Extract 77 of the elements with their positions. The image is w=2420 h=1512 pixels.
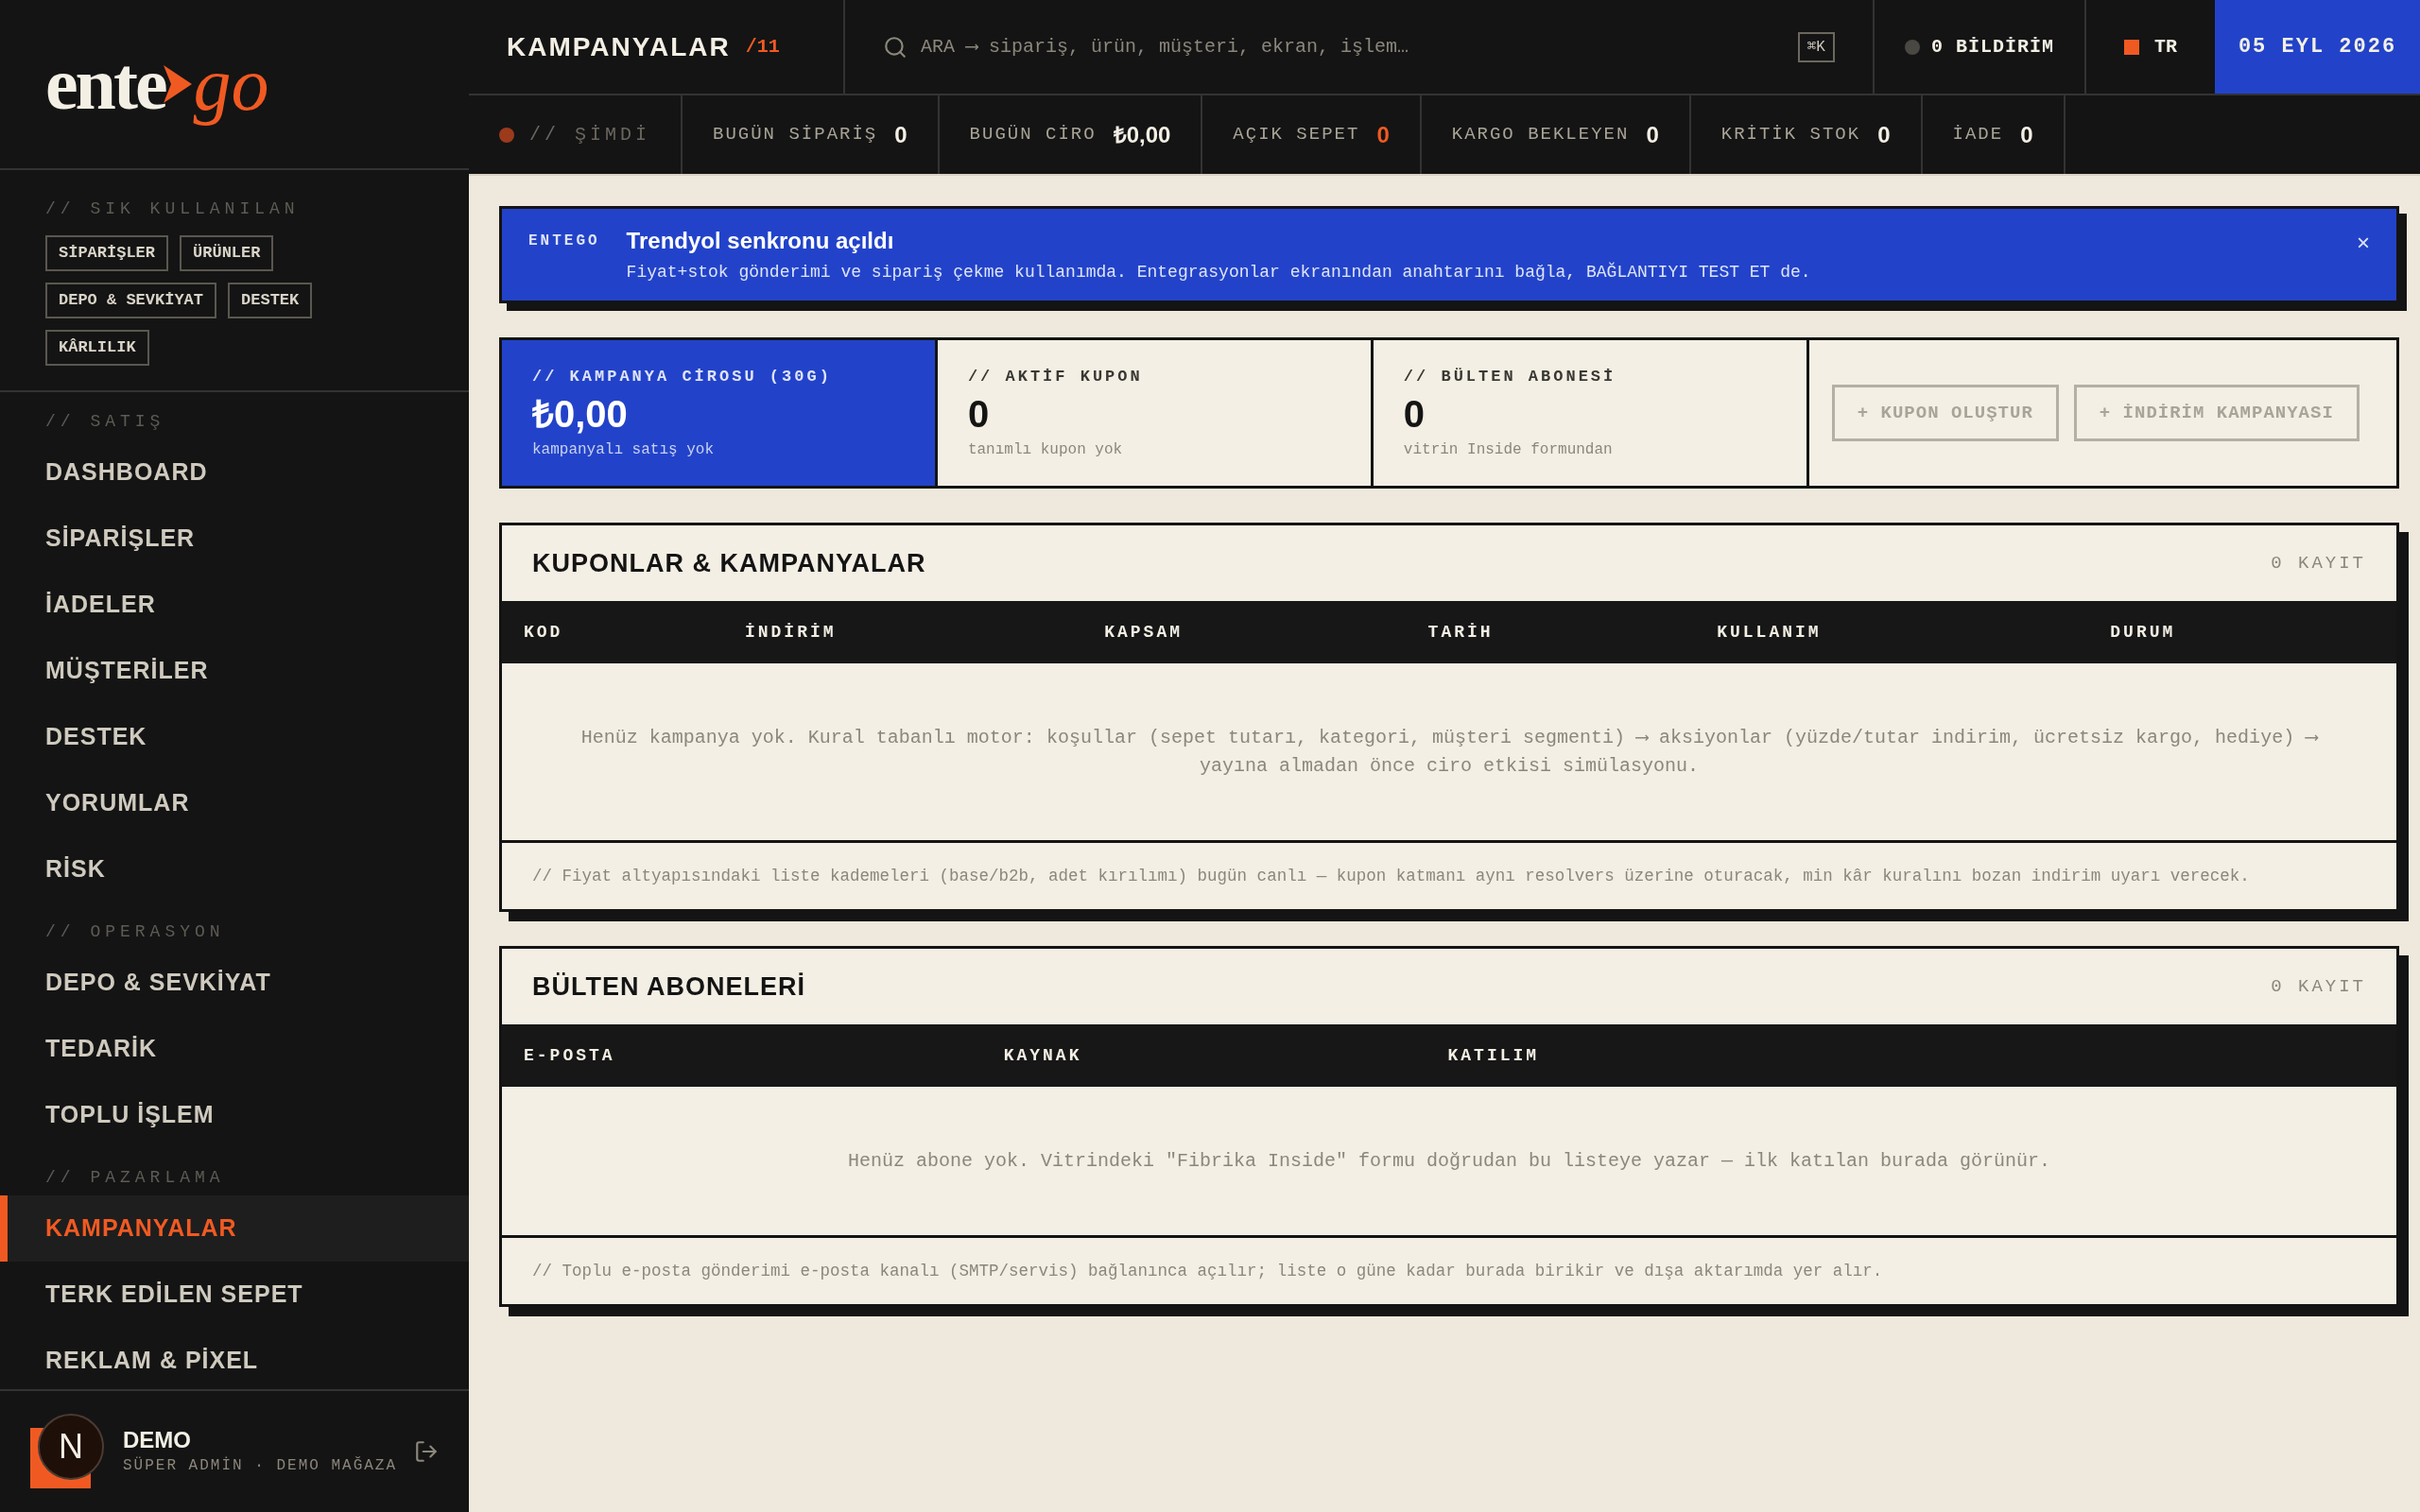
avatar[interactable]: N [38,1414,104,1480]
nav-item[interactable]: RİSK [0,836,469,902]
shortcut-chip[interactable]: ÜRÜNLER [180,235,274,271]
nav-item[interactable]: DASHBOARD [0,439,469,506]
shortcut-key: ⌘K [1797,31,1835,62]
page-count: /11 [745,34,780,60]
column-header: KAPSAM [1104,621,1184,644]
shortcut-chip[interactable]: DESTEK [228,283,313,318]
ticker-metric-label: AÇIK SEPET [1233,123,1360,147]
stat-note: kampanyalı satış yok [532,439,716,460]
empty-state-text: Henüz kampanya yok. Kural tabanlı motor: koşullar (sepet tutarı, kategori, müşteri segmenti) ⟶ aksiyonlar (yüzde/tutar indirim, ücretsiz kargo, hediye) ⟶ yayına almadan önce ciro etkisi simülasyonu. [579,725,2320,779]
banner-source: ENTEGO [528,232,600,251]
stat-label: // AKTİF KUPON [967,367,1144,387]
nav-item[interactable]: TOPLU İŞLEM [0,1082,469,1148]
panel-title: BÜLTEN ABONELERİ [532,971,805,1003]
notifications-button[interactable]: 0 BİLDİRİM [1874,0,2086,94]
section-label: // PAZARLAMA [44,1166,226,1189]
stat-note: tanımlı kupon yok [967,439,1124,460]
stat-value: 0 [1403,391,1426,437]
panel-title: KUPONLAR & KAMPANYALAR [532,547,926,579]
ticker-metric-value: 0 [2020,120,2033,149]
column-header: DURUM [2110,621,2177,644]
stat-label: // KAMPANYA CİROSU (30G) [532,367,833,387]
ticker-metric-value: 0 [1877,120,1891,149]
page-title: KAMPANYALAR [507,30,731,63]
shortcut-chip[interactable]: DEPO & SEVKİYAT [45,283,217,318]
ticker-metric-value: 0 [1646,120,1659,149]
stat-label: // BÜLTEN ABONESİ [1403,367,1617,387]
shortcut-chip[interactable]: KÂRLILIK [45,330,149,366]
footnote: // Fiyat altyapısındaki liste kademeleri (base/b2b, adet kırılımı) bugün canlı — kupon katmanı aynı resolvers üzerine oturacak, min kâr kuralını bozan indirim uyarı verecek. [532,865,2250,887]
ticker-metric-label: KRİTİK STOK [1720,123,1861,147]
language-button[interactable]: TR [2086,0,2215,94]
shortcut-chip[interactable]: SİPARİŞLER [45,235,169,271]
column-header: KATILIM [1447,1044,1541,1067]
record-count: 0 KAYIT [2271,551,2366,576]
flag-square [2124,39,2139,55]
section-label: // SIK KULLANILAN [45,198,301,220]
stat-note: vitrin Inside formundan [1403,439,1614,460]
section-label: // OPERASYON [44,920,226,943]
ticker-metric-value: 0 [1376,120,1390,149]
user-name: DEMO [123,1426,192,1454]
footnote: // Toplu e-posta gönderimi e-posta kanalı (SMTP/servis) bağlanınca açılır; liste o güne kadar burada birikir ve dışa aktarımda yer alır. [532,1260,1883,1282]
empty-state-text: Henüz abone yok. Vitrindeki "Fibrika Inside" formu doğrudan bu listeye yazar — ilk katılan burada görünür. [847,1148,2051,1174]
search-field[interactable]: ARA ⟶ sipariş, ürün, müşteri, ekran, işlem… [921,32,1785,61]
nav-item[interactable]: REKLAM & PİXEL [0,1328,469,1389]
column-header: E-POSTA [524,1044,616,1067]
ticker-label: // ŞİMDİ [529,122,650,147]
stat-value: ₺0,00 [532,391,629,437]
ticker-metric-label: İADE [1952,123,2004,147]
banner-text: Fiyat+stok gönderimi ve sipariş çekme kullanımda. Entegrasyonlar ekranından anahtarını bağla, BAĞLANTIYI TEST ET de. [626,261,1812,284]
nav-item[interactable]: YORUMLAR [0,770,469,836]
nav-item[interactable]: MÜŞTERİLER [0,638,469,704]
nav-item[interactable]: KAMPANYALAR [0,1195,469,1262]
section-label: // SATIŞ [44,410,166,433]
nav-item[interactable]: TERK EDİLEN SEPET [0,1262,469,1328]
nav-item[interactable]: SİPARİŞLER [0,506,469,572]
column-header: İNDİRİM [744,621,838,644]
stat-value: 0 [967,391,991,437]
nav-item[interactable]: İADELER [0,572,469,638]
column-header: KOD [524,621,564,644]
column-header: TARİH [1427,621,1495,644]
ticker-metric-label: KARGO BEKLEYEN [1451,123,1630,147]
search-icon [883,34,908,60]
nav-item[interactable]: TEDARİK [0,1016,469,1082]
column-header: KULLANIM [1717,621,1823,644]
ticker-metric-label: BUGÜN CİRO [969,123,1097,147]
ticker-metric-label: BUGÜN SİPARİŞ [713,123,878,147]
column-header: KAYNAK [1003,1044,1083,1067]
ticker-metric-value: ₺0,00 [1113,120,1171,149]
record-count: 0 KAYIT [2271,974,2366,999]
banner-title: Trendyol senkronu açıldı [626,227,895,255]
user-role: SÜPER ADMİN · DEMO MAĞAZA [123,1455,398,1476]
nav-item[interactable]: DEPO & SEVKİYAT [0,950,469,1016]
date-display: 05 EYL 2026 [2215,0,2420,94]
nav-item[interactable]: DESTEK [0,704,469,770]
close-button[interactable]: × [2357,224,2370,254]
ticker-metric-value: 0 [894,120,908,149]
